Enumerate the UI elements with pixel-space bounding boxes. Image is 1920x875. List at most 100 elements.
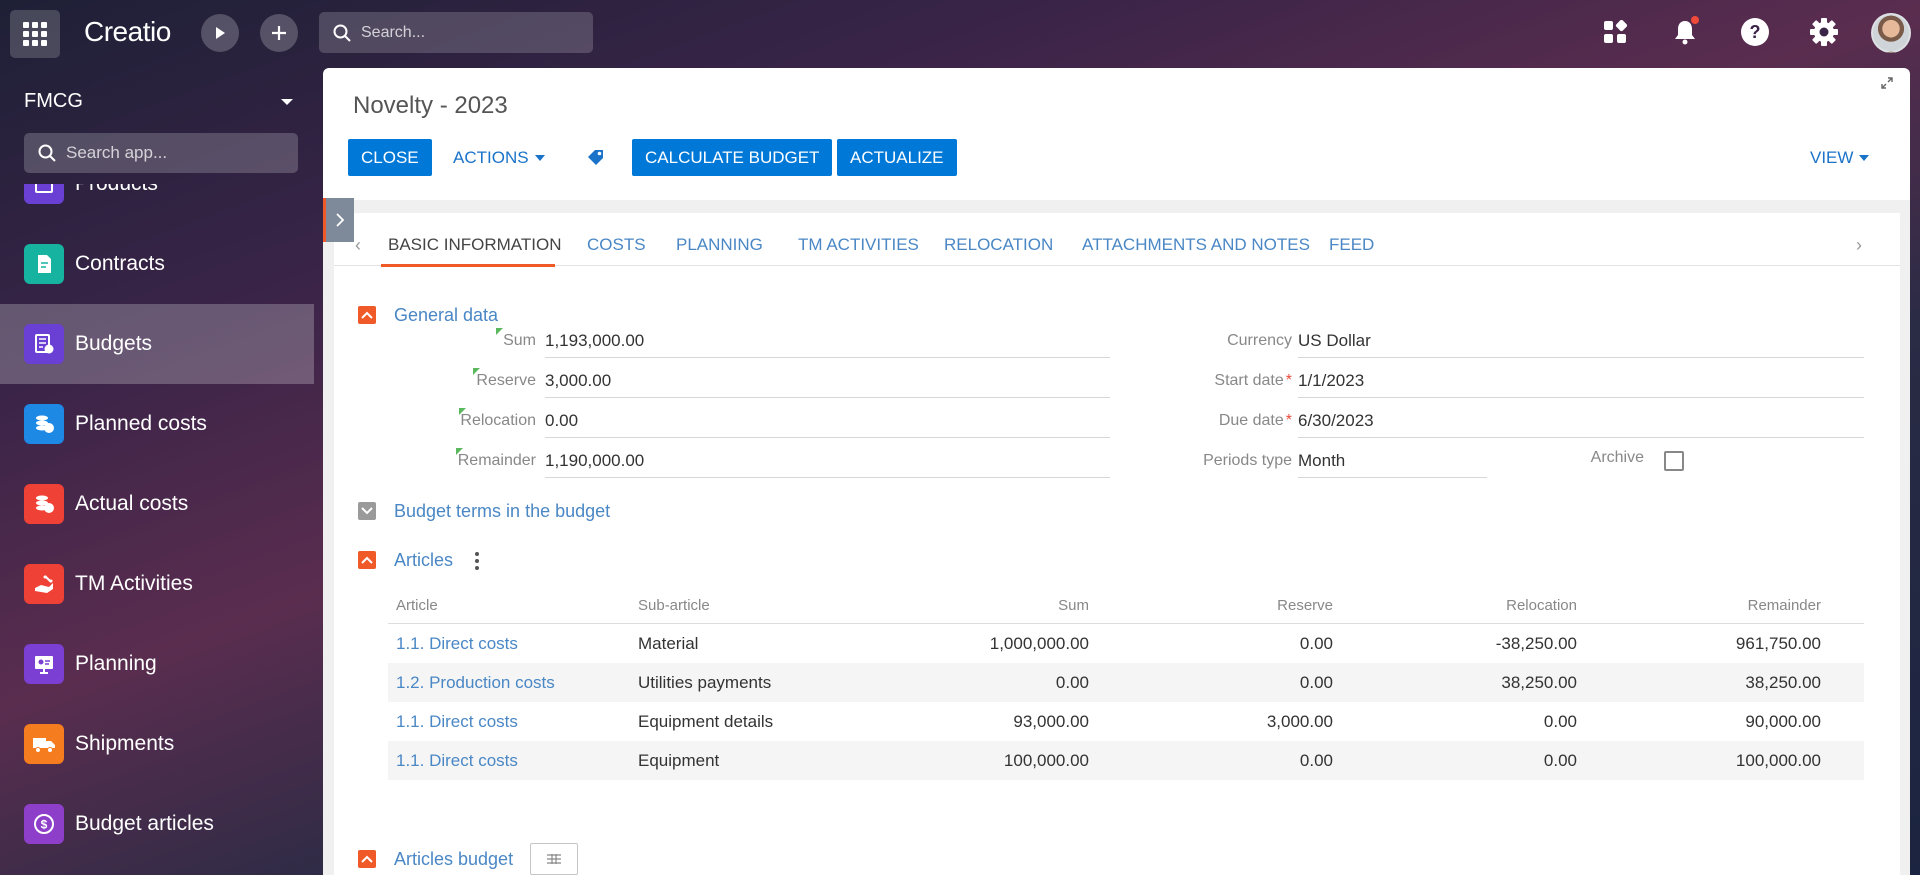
sub-article-cell: Material bbox=[638, 634, 699, 653]
archive-label: Archive bbox=[1590, 449, 1644, 466]
maximize-icon[interactable] bbox=[1881, 76, 1893, 92]
periods-type-field[interactable]: Month bbox=[1298, 447, 1487, 478]
chevron-left-icon[interactable]: ‹ bbox=[355, 235, 361, 256]
col-sum[interactable]: Sum bbox=[948, 597, 1089, 614]
more-options-icon[interactable] bbox=[475, 552, 479, 573]
reserve-cell: 0.00 bbox=[1299, 634, 1333, 653]
record-card: ‹ BASIC INFORMATION COSTS PLANNING TM AC… bbox=[334, 213, 1900, 875]
tab-basic-information[interactable]: BASIC INFORMATION bbox=[388, 235, 561, 255]
col-reserve[interactable]: Reserve bbox=[1188, 597, 1333, 614]
periods-type-label: Periods type bbox=[1203, 452, 1292, 469]
article-link[interactable]: 1.1. Direct costs bbox=[396, 751, 518, 771]
plus-icon bbox=[272, 26, 286, 40]
svg-text:?: ? bbox=[1750, 22, 1761, 42]
apps-icon bbox=[1604, 20, 1627, 43]
tab-relocation[interactable]: RELOCATION bbox=[944, 235, 1053, 255]
grid-settings-button[interactable] bbox=[530, 843, 578, 875]
notifications-button[interactable] bbox=[1667, 14, 1703, 50]
remainder-cell: 961,750.00 bbox=[1735, 634, 1821, 653]
sidebar-item-budget-articles[interactable]: $ Budget articles bbox=[0, 784, 314, 864]
side-panel-toggle[interactable] bbox=[323, 198, 354, 242]
sidebar-item-tm-activities[interactable]: TM Activities bbox=[0, 544, 314, 624]
remainder-field[interactable]: 1,190,000.00 bbox=[545, 447, 1110, 478]
articles-budget-title[interactable]: Articles budget bbox=[394, 849, 513, 870]
table-row[interactable]: 1.1. Direct costs Equipment 100,000.00 0… bbox=[388, 741, 1864, 780]
start-date-field[interactable]: 1/1/2023 bbox=[1298, 367, 1864, 398]
general-data-collapse-toggle[interactable] bbox=[358, 306, 376, 324]
view-button[interactable]: VIEW bbox=[1810, 139, 1870, 176]
col-relocation[interactable]: Relocation bbox=[1428, 597, 1577, 614]
table-row[interactable]: 1.2. Production costs Utilities payments… bbox=[388, 663, 1864, 702]
app-launcher-button[interactable] bbox=[10, 10, 60, 58]
remainder-cell: 90,000.00 bbox=[1745, 712, 1821, 731]
workspace-dropdown-icon[interactable] bbox=[281, 99, 293, 105]
col-remainder[interactable]: Remainder bbox=[1668, 597, 1821, 614]
workspace-title[interactable]: FMCG bbox=[24, 90, 83, 113]
actualize-button[interactable]: ACTUALIZE bbox=[837, 139, 957, 176]
calculate-budget-button[interactable]: CALCULATE BUDGET bbox=[632, 139, 833, 176]
tag-button[interactable] bbox=[585, 147, 607, 169]
sidebar-item-budgets[interactable]: Budgets bbox=[0, 304, 314, 384]
articles-title[interactable]: Articles bbox=[394, 550, 453, 571]
sidebar: FMCG Products Contracts Budgets bbox=[0, 66, 314, 875]
reserve-field[interactable]: 3,000.00 bbox=[545, 367, 1110, 398]
reserve-label: Reserve bbox=[384, 368, 536, 390]
general-data-title[interactable]: General data bbox=[394, 305, 498, 326]
budget-icon bbox=[24, 324, 64, 364]
notification-badge bbox=[1691, 16, 1699, 24]
article-link[interactable]: 1.2. Production costs bbox=[396, 673, 555, 693]
sidebar-item-planned-costs[interactable]: Planned costs bbox=[0, 384, 314, 464]
articles-budget-collapse-toggle[interactable] bbox=[358, 850, 376, 868]
col-sub-article[interactable]: Sub-article bbox=[638, 597, 710, 614]
tab-tm-activities[interactable]: TM ACTIVITIES bbox=[798, 235, 919, 255]
grid-icon bbox=[23, 22, 47, 46]
global-search-input[interactable] bbox=[361, 23, 581, 42]
table-row[interactable]: 1.1. Direct costs Material 1,000,000.00 … bbox=[388, 624, 1864, 663]
settings-button[interactable] bbox=[1806, 14, 1842, 50]
sum-field[interactable]: 1,193,000.00 bbox=[545, 327, 1110, 358]
chevron-right-icon[interactable]: › bbox=[1856, 235, 1862, 256]
article-link[interactable]: 1.1. Direct costs bbox=[396, 712, 518, 732]
user-avatar[interactable] bbox=[1871, 13, 1911, 53]
archive-checkbox[interactable] bbox=[1664, 451, 1684, 471]
actions-button[interactable]: ACTIONS bbox=[453, 139, 545, 176]
app-search[interactable] bbox=[24, 133, 298, 173]
planned-costs-icon bbox=[24, 404, 64, 444]
app-search-input[interactable] bbox=[66, 143, 286, 163]
due-date-field[interactable]: 6/30/2023 bbox=[1298, 407, 1864, 438]
tab-planning[interactable]: PLANNING bbox=[676, 235, 763, 255]
col-article[interactable]: Article bbox=[396, 597, 438, 614]
currency-field[interactable]: US Dollar bbox=[1298, 327, 1864, 358]
remainder-cell: 100,000.00 bbox=[1735, 751, 1821, 770]
budget-terms-collapse-toggle[interactable] bbox=[358, 502, 376, 520]
contract-icon bbox=[24, 244, 64, 284]
chevron-up-icon bbox=[361, 855, 373, 863]
remainder-label: Remainder bbox=[384, 448, 536, 470]
gear-icon bbox=[1810, 18, 1838, 46]
sidebar-item-contracts[interactable]: Contracts bbox=[0, 224, 314, 304]
tab-feed[interactable]: FEED bbox=[1329, 235, 1374, 255]
chevron-up-icon bbox=[361, 311, 373, 319]
close-button[interactable]: CLOSE bbox=[348, 139, 432, 176]
sidebar-item-shipments[interactable]: Shipments bbox=[0, 704, 314, 784]
article-link[interactable]: 1.1. Direct costs bbox=[396, 634, 518, 654]
global-search[interactable] bbox=[319, 12, 593, 53]
pinned-apps-button[interactable] bbox=[1597, 14, 1633, 50]
tab-costs[interactable]: COSTS bbox=[587, 235, 646, 255]
help-button[interactable]: ? bbox=[1737, 14, 1773, 50]
table-row[interactable]: 1.1. Direct costs Equipment details 93,0… bbox=[388, 702, 1864, 741]
articles-collapse-toggle[interactable] bbox=[358, 551, 376, 569]
add-button[interactable] bbox=[260, 14, 298, 52]
sub-article-cell: Equipment details bbox=[638, 712, 774, 731]
sidebar-item-products[interactable]: Products bbox=[0, 184, 314, 224]
budget-terms-title[interactable]: Budget terms in the budget bbox=[394, 501, 610, 522]
relocation-field[interactable]: 0.00 bbox=[545, 407, 1110, 438]
tab-attachments-and-notes[interactable]: ATTACHMENTS AND NOTES bbox=[1082, 235, 1310, 255]
creatio-logo[interactable]: Creatio bbox=[84, 16, 171, 48]
sidebar-item-label: Shipments bbox=[75, 732, 175, 755]
sidebar-item-actual-costs[interactable]: Actual costs bbox=[0, 464, 314, 544]
run-process-button[interactable] bbox=[201, 14, 239, 52]
sidebar-item-planning[interactable]: Planning bbox=[0, 624, 314, 704]
budget-articles-icon: $ bbox=[24, 804, 64, 844]
sub-article-cell: Utilities payments bbox=[638, 673, 772, 692]
